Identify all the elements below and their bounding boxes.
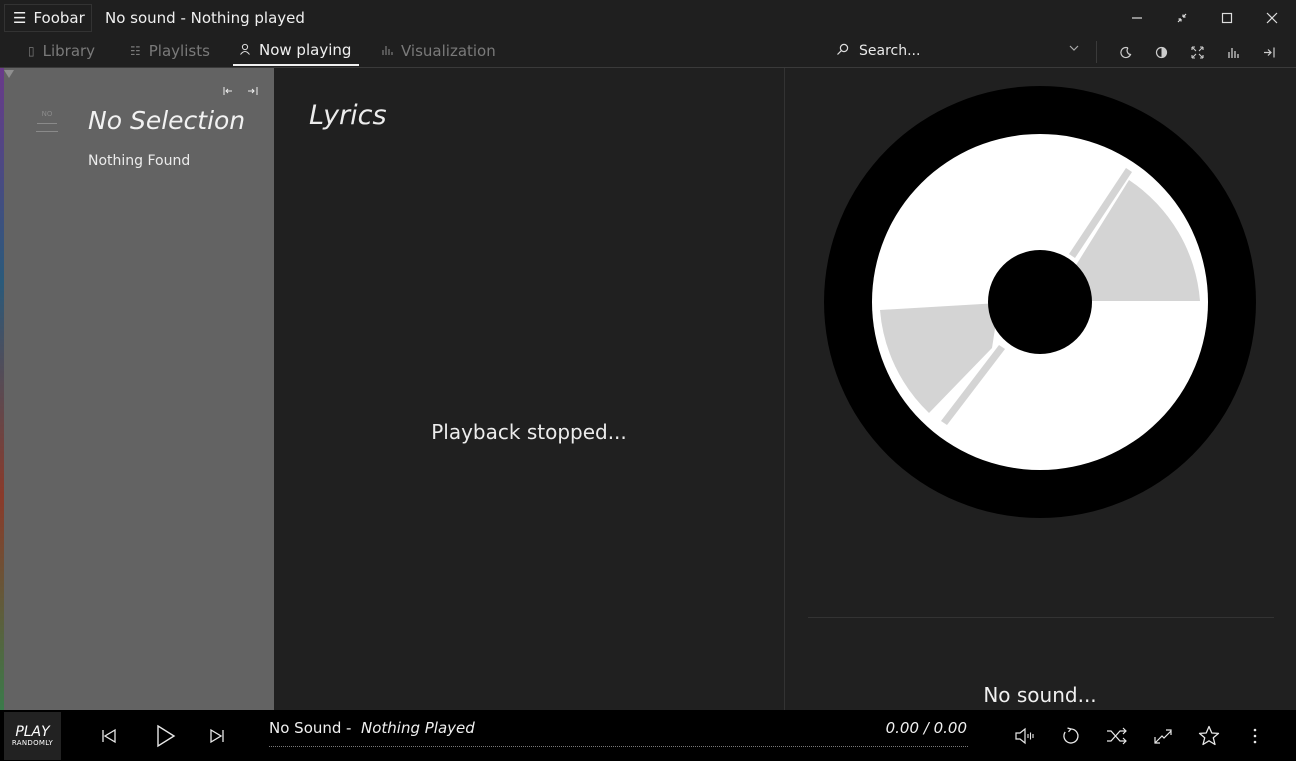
more-vertical-icon	[1253, 728, 1257, 744]
tab-bar: ▯ Library ☷ Playlists Now playing Visual…	[0, 36, 1296, 68]
no-cover-text: NO	[41, 110, 53, 118]
repeat-button[interactable]	[1053, 718, 1089, 754]
now-playing-artist: No Sound	[269, 719, 342, 737]
tab-visualization[interactable]: Visualization	[381, 36, 496, 66]
collapse-left-icon[interactable]	[219, 82, 239, 100]
theme-toggle-button[interactable]	[1111, 40, 1139, 64]
volume-button[interactable]	[1007, 718, 1043, 754]
no-cover-icon: NO	[34, 110, 60, 132]
minimize-icon	[1132, 17, 1142, 19]
compact-button[interactable]	[1162, 4, 1202, 32]
search-icon	[836, 43, 849, 60]
tab-library-label: Library	[42, 42, 96, 60]
next-icon	[210, 728, 224, 744]
person-icon	[239, 43, 251, 58]
contrast-icon	[1155, 46, 1167, 58]
play-button[interactable]	[147, 718, 183, 754]
more-options-button[interactable]	[1237, 718, 1273, 754]
repeat-icon	[1063, 727, 1079, 744]
volume-icon	[1015, 727, 1034, 745]
play-randomly-line1: PLAY	[15, 723, 50, 740]
exit-icon	[1263, 47, 1275, 57]
crossfade-icon	[1154, 729, 1172, 744]
minimize-button[interactable]	[1117, 4, 1157, 32]
tab-playlists[interactable]: ☷ Playlists	[130, 36, 210, 66]
moon-icon	[1119, 46, 1131, 58]
art-caption: No sound...	[983, 683, 1097, 707]
bars-icon	[381, 44, 393, 59]
favorite-button[interactable]	[1191, 718, 1227, 754]
now-playing-track: Nothing Played	[361, 719, 475, 737]
tab-visualization-label: Visualization	[401, 42, 496, 60]
playback-time: 0.00 / 0.00	[885, 719, 967, 737]
next-button[interactable]	[199, 718, 235, 754]
maximize-button[interactable]	[1207, 4, 1247, 32]
close-icon	[1266, 12, 1278, 24]
app-menu-button[interactable]: ☰ Foobar	[4, 4, 92, 32]
crossfade-button[interactable]	[1145, 718, 1181, 754]
previous-button[interactable]	[91, 718, 127, 754]
fullscreen-icon	[1190, 45, 1204, 59]
playlist-icon: ☷	[130, 44, 141, 58]
chevron-down-icon[interactable]	[1068, 42, 1080, 57]
lyrics-status: Playback stopped...	[431, 420, 627, 444]
equalizer-button[interactable]	[1219, 40, 1247, 64]
seek-bar[interactable]	[269, 746, 968, 747]
star-icon	[1198, 725, 1220, 746]
tab-now-playing-label: Now playing	[259, 41, 352, 59]
search-box[interactable]: Search...	[836, 36, 1086, 66]
close-button[interactable]	[1252, 4, 1292, 32]
app-menu-label: Foobar	[33, 9, 85, 27]
exit-button[interactable]	[1255, 40, 1283, 64]
tab-now-playing[interactable]: Now playing	[233, 36, 360, 66]
tab-playlists-label: Playlists	[148, 42, 210, 60]
play-randomly-button[interactable]: PLAY RANDOMLY	[4, 712, 61, 760]
play-icon	[157, 724, 176, 748]
panel-menu-triangle-icon[interactable]	[4, 70, 14, 78]
panel-divider	[784, 68, 785, 710]
lyrics-title: Lyrics	[309, 100, 387, 131]
play-randomly-line2: RANDOMLY	[11, 738, 54, 747]
equalizer-icon	[1227, 47, 1239, 58]
maximize-icon	[1221, 12, 1233, 24]
window-title: No sound - Nothing played	[105, 9, 305, 27]
selection-subtitle: Nothing Found	[88, 153, 191, 169]
selection-panel: NO No Selection Nothing Found	[4, 68, 274, 710]
tab-library[interactable]: ▯ Library	[28, 36, 95, 66]
shuffle-icon	[1107, 727, 1127, 745]
now-playing-separator: -	[346, 719, 352, 737]
fullscreen-button[interactable]	[1183, 40, 1211, 64]
compact-icon	[1177, 13, 1187, 23]
library-icon: ▯	[28, 44, 35, 58]
shuffle-button[interactable]	[1099, 718, 1135, 754]
search-input[interactable]: Search...	[859, 43, 920, 59]
hamburger-icon: ☰	[13, 9, 27, 27]
expand-right-icon[interactable]	[242, 82, 262, 100]
toolbar-divider	[1096, 41, 1097, 63]
contrast-button[interactable]	[1147, 40, 1175, 64]
art-caption-divider	[808, 617, 1274, 618]
selection-title: No Selection	[88, 106, 246, 135]
disc-placeholder-icon	[824, 86, 1256, 518]
previous-icon	[102, 728, 116, 744]
